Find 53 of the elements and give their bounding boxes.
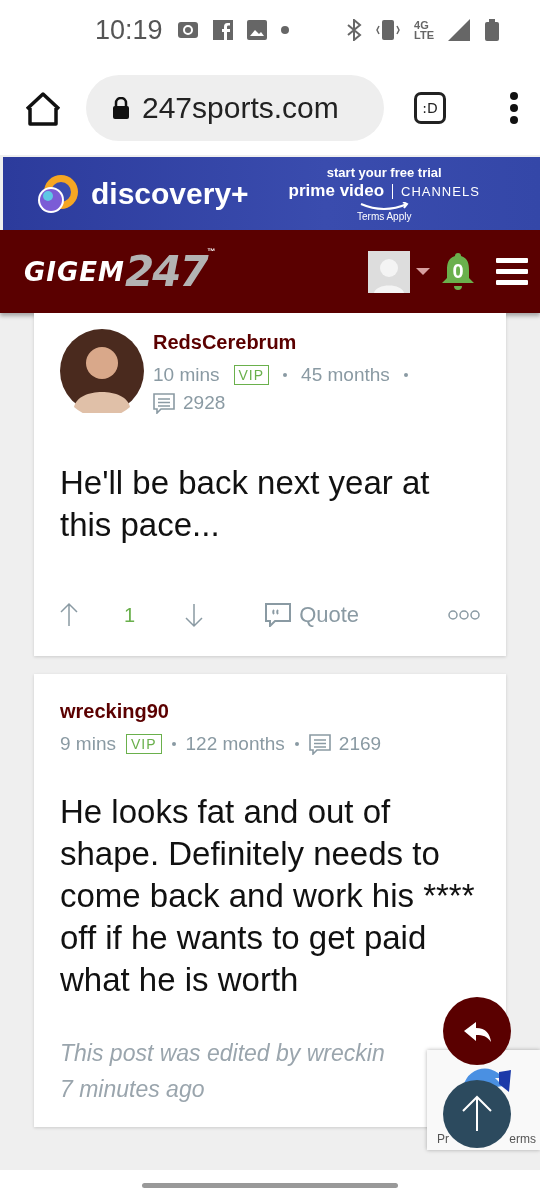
home-icon [26,89,60,126]
vibrate-icon [376,19,401,41]
member-tenure: 45 months [301,364,390,386]
facebook-icon [212,20,233,40]
username-link[interactable]: wrecking90 [60,700,480,723]
up-arrow-icon [60,602,78,628]
post-count: 2928 [183,392,226,414]
member-tenure: 122 months [185,733,285,755]
comment-icon [308,733,331,755]
edit-note: This post was edited by wreckin [60,1039,385,1068]
ad-channels: CHANNELS [392,183,480,199]
vote-count: 1 [124,603,136,627]
address-bar[interactable]: 247sports.com [86,74,384,141]
home-handle[interactable] [142,1182,398,1188]
discovery-logo-icon [35,173,79,214]
network-label: 4G LTE [414,20,434,40]
radio-icon [176,19,199,41]
reply-icon [462,1019,492,1043]
recaptcha-privacy-link[interactable]: Pr [437,1132,449,1146]
more-icon [448,610,480,620]
signal-icon [448,19,470,41]
post-text: He looks fat and out of shape. Definitely needs to come back and work his **** off if he wants to get paid what he is worth [60,792,476,1000]
lock-icon [112,96,130,119]
caret-icon [416,267,430,276]
vip-badge: VIP [125,734,162,754]
user-avatar-icon [368,250,410,293]
post-count: 2169 [338,733,382,755]
ad-tagline: start your free trial [326,165,442,180]
smile-arrow-icon [359,202,410,210]
ad-partner: prime video [288,181,385,201]
edit-note: 7 minutes ago [60,1075,205,1104]
username-link[interactable]: RedsCerebrum [153,331,480,354]
bluetooth-icon [346,19,363,41]
ad-brand: discovery+ [91,176,249,211]
down-arrow-icon [185,602,204,628]
menu-icon [496,258,528,285]
tab-switcher-button[interactable]: :D [414,91,446,124]
post-text: He'll be back next year at this pace... [60,463,431,545]
site-logo[interactable]: GIGEM247™ [24,247,215,296]
recaptcha-terms-link[interactable]: erms [509,1132,536,1146]
vip-badge: VIP [233,365,270,385]
battery-icon [484,19,500,41]
ad-banner[interactable]: discovery+ start your free trial prime video CHANNELS Terms Apply [3,157,540,230]
post-time: 9 mins [60,733,116,755]
post-time: 10 mins [153,364,220,386]
menu-icon [510,91,518,124]
comment-icon [153,392,175,414]
clock: 10:19 [95,14,163,46]
ad-terms: Terms Apply [357,211,412,222]
quote-icon [265,603,292,627]
dot-icon [280,26,289,34]
up-arrow-icon [460,1095,494,1133]
image-icon [246,20,267,40]
